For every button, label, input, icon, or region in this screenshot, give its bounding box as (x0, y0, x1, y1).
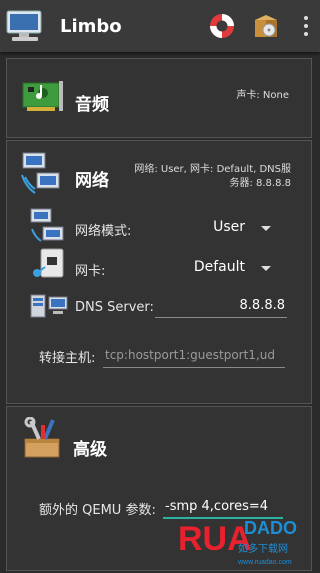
ruadao-watermark-logo: RUA DADO 如多下载网 www.ruadao.com (176, 510, 320, 569)
port-forward-label: 转接主机: (39, 351, 96, 366)
svg-text:如多下载网: 如多下载网 (238, 542, 288, 555)
nic-caret-icon[interactable] (261, 266, 271, 271)
computer-icon (4, 9, 46, 43)
network-summary-line2: 务器: 8.8.8.8 (229, 178, 291, 189)
network-mode-select[interactable]: User (197, 219, 245, 235)
nic-icon (31, 247, 67, 287)
network-icon (19, 151, 63, 199)
nic-select[interactable]: Default (181, 259, 245, 275)
dns-server-icon (29, 291, 69, 327)
network-summary: 网络: User, 网卡: Default, DNS服 务器: 8.8.8.8 (125, 163, 291, 191)
app-title: Limbo (60, 15, 122, 37)
nic-label: 网卡: (75, 264, 106, 279)
svg-text:www.ruadao.com: www.ruadao.com (237, 559, 292, 566)
port-forward-underline (103, 367, 285, 368)
lifebuoy-icon[interactable] (208, 12, 236, 40)
overflow-menu-icon[interactable] (296, 11, 316, 41)
audio-title: 音频 (75, 95, 109, 115)
audio-section[interactable]: 音频 声卡: None (6, 58, 312, 138)
audio-summary: 声卡: None (236, 90, 289, 101)
network-mode-label: 网络模式: (75, 224, 132, 239)
app-bar: Limbo (0, 0, 320, 52)
dns-label: DNS Server: (75, 300, 154, 315)
qemu-args-label: 额外的 QEMU 参数: (39, 503, 156, 518)
network-title: 网络 (75, 171, 109, 191)
dns-input-underline (155, 317, 287, 318)
dns-input[interactable]: 8.8.8.8 (157, 298, 285, 313)
network-mode-caret-icon[interactable] (261, 226, 271, 231)
install-box-icon[interactable] (252, 12, 280, 40)
svg-text:DADO: DADO (244, 518, 297, 538)
network-section: 网络 网络: User, 网卡: Default, DNS服 务器: 8.8.8… (6, 140, 312, 404)
tools-icon (21, 416, 65, 465)
sound-card-icon (21, 77, 67, 119)
network-summary-line1: 网络: User, 网卡: Default, DNS服 (134, 164, 291, 175)
advanced-title: 高级 (73, 440, 107, 460)
port-forward-input[interactable]: tcp:hostport1:guestport1,ud (105, 348, 281, 362)
network-mode-icon (27, 207, 67, 249)
